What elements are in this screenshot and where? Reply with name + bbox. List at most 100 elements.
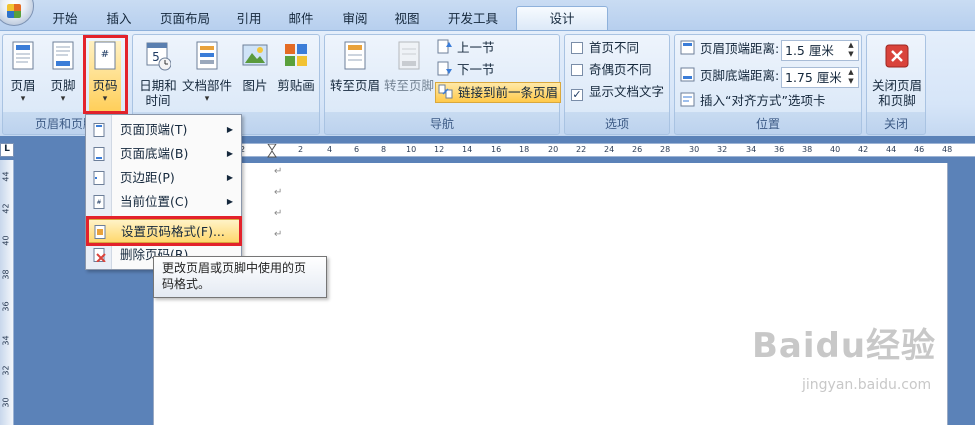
tab-developer[interactable]: 开发工具: [438, 9, 508, 30]
picture-label: 图片: [242, 78, 268, 93]
ruler-tick: 42: [1, 203, 11, 214]
ruler-tick: 42: [858, 145, 869, 154]
page-margins-icon: [93, 171, 105, 185]
spinner-arrows-icon[interactable]: ▲ ▼: [844, 41, 858, 60]
tab-design[interactable]: 设计: [516, 6, 608, 31]
page-number-dropdown: 页面顶端(T) ▶ 页面底端(B) ▶ 页边距(P) ▶ # 当前位置(C) ▶…: [85, 114, 242, 270]
date-time-button[interactable]: 5 日期和 时间: [137, 41, 179, 108]
group-label-options: 选项: [604, 117, 629, 131]
ruler-tick: 46: [914, 145, 925, 154]
ruler-tick: 18: [519, 145, 530, 154]
different-odd-even-label: 奇偶页不同: [589, 62, 652, 77]
tooltip-line-1: 更改页眉或页脚中使用的页: [162, 261, 307, 275]
footer-distance-label: 页脚底端距离:: [700, 68, 780, 83]
menu-item-page-margins[interactable]: 页边距(P) ▶: [86, 166, 241, 190]
paragraph-mark: ↵: [274, 208, 283, 219]
clip-art-label: 剪贴画: [277, 78, 315, 93]
date-time-label-2: 时间: [145, 93, 171, 108]
ruler-tick: 36: [1, 301, 11, 312]
previous-section-button[interactable]: 上一节: [437, 38, 495, 58]
tooltip-line-2: 码格式。: [162, 277, 211, 291]
header-button-label: 页眉: [10, 78, 36, 93]
group-position: 页眉顶端距离: 1.5 厘米 ▲ ▼ 页脚底端距离: 1.75 厘米 ▲ ▼ 插入“…: [674, 34, 862, 135]
menu-item-label: 页面顶端(T): [120, 122, 188, 137]
baidu-logo: Baidu经验: [752, 326, 937, 366]
paragraph-mark: ↵: [274, 166, 283, 177]
picture-button[interactable]: 图片: [237, 41, 273, 93]
insert-alignment-tab-button[interactable]: 插入“对齐方式”选项卡: [680, 91, 825, 111]
menu-item-top-of-page[interactable]: 页面顶端(T) ▶: [86, 118, 241, 142]
goto-footer-label: 转至页脚: [383, 78, 434, 93]
next-section-button[interactable]: 下一节: [437, 60, 495, 80]
arrow-down-page-icon: [437, 61, 452, 76]
tab-page-layout[interactable]: 页面布局: [150, 9, 220, 30]
group-label-close: 关闭: [883, 117, 908, 131]
tab-mailings[interactable]: 邮件: [278, 9, 324, 30]
ruler-tick: 34: [1, 335, 11, 346]
svg-text:#: #: [96, 199, 101, 206]
horizontal-ruler[interactable]: 2 2 4 6 8 10 12 14 16 18 20 22 24 26 28 …: [232, 143, 975, 158]
alignment-tab-icon: [680, 92, 695, 107]
ruler-tick: 44: [886, 145, 897, 154]
checkbox-unchecked-icon: [571, 64, 583, 76]
footer-icon: [52, 41, 74, 70]
baidu-watermark: Baidu经验 jingyan.baidu.com: [752, 318, 967, 413]
chevron-down-icon: ▾: [204, 94, 210, 104]
menu-item-current-position[interactable]: # 当前位置(C) ▶: [86, 190, 241, 214]
tab-insert[interactable]: 插入: [96, 9, 142, 30]
different-first-page-checkbox[interactable]: 首页不同: [571, 38, 639, 58]
show-document-text-label: 显示文档文字: [589, 84, 665, 99]
ruler-tick: 16: [491, 145, 502, 154]
header-button[interactable]: 页眉 ▾: [7, 41, 39, 105]
paragraph-mark: ↵: [274, 187, 283, 198]
ruler-tick: 30: [1, 397, 11, 408]
footer-button[interactable]: 页脚 ▾: [47, 41, 79, 105]
goto-footer-button[interactable]: 转至页脚: [383, 41, 435, 93]
menu-item-label: 页边距(P): [120, 170, 175, 185]
bottom-of-page-icon: [93, 147, 105, 161]
document-parts-button[interactable]: 文档部件 ▾: [181, 41, 233, 105]
tab-view[interactable]: 视图: [384, 9, 430, 30]
header-distance-spinner[interactable]: 1.5 厘米 ▲ ▼: [781, 40, 859, 61]
link-icon: [438, 84, 453, 99]
different-odd-even-checkbox[interactable]: 奇偶页不同: [571, 60, 652, 80]
spinner-arrows-icon[interactable]: ▲ ▼: [844, 68, 858, 87]
goto-header-button[interactable]: 转至页眉: [329, 41, 381, 93]
close-header-footer-button[interactable]: 关闭页眉 和页脚: [869, 41, 925, 108]
group-close: 关闭页眉 和页脚 关闭: [866, 34, 926, 135]
tab-home[interactable]: 开始: [42, 9, 88, 30]
format-page-numbers-highlight: [86, 216, 242, 246]
ruler-tick: 28: [660, 145, 671, 154]
menu-item-bottom-of-page[interactable]: 页面底端(B) ▶: [86, 142, 241, 166]
insert-alignment-tab-label: 插入“对齐方式”选项卡: [700, 93, 826, 108]
link-to-previous-label: 链接到前一条页眉: [458, 85, 559, 100]
document-parts-label: 文档部件: [181, 78, 232, 93]
first-line-indent-icon[interactable]: [267, 144, 277, 158]
office-button[interactable]: [0, 0, 34, 26]
footer-distance-spinner[interactable]: 1.75 厘米 ▲ ▼: [781, 67, 859, 88]
submenu-arrow-icon: ▶: [226, 197, 233, 206]
header-distance-row: 页眉顶端距离:: [680, 39, 779, 59]
tab-references[interactable]: 引用: [226, 9, 272, 30]
close-header-footer-label-1: 关闭页眉: [871, 78, 922, 93]
clip-art-button[interactable]: 剪贴画: [275, 41, 317, 93]
ruler-tick: 30: [689, 145, 700, 154]
svg-text:5: 5: [152, 50, 160, 64]
close-header-footer-label-2: 和页脚: [878, 93, 916, 108]
arrow-up-page-icon: [437, 39, 452, 54]
ruler-tick: 44: [1, 171, 11, 182]
vertical-ruler[interactable]: 44 42 40 38 36 34 32 30: [0, 160, 14, 425]
tab-selector[interactable]: L: [0, 143, 14, 157]
link-to-previous-button[interactable]: 链接到前一条页眉: [435, 82, 562, 103]
group-label-position: 位置: [755, 117, 780, 131]
group-label-navigation: 导航: [429, 117, 454, 131]
ruler-tick: 20: [548, 145, 559, 154]
group-navigation: 转至页眉 转至页脚 上一节 下一节 链接到前一条页眉 导航: [324, 34, 562, 135]
show-document-text-checkbox[interactable]: 显示文档文字: [571, 82, 664, 102]
footer-distance-row: 页脚底端距离:: [680, 66, 779, 86]
header-distance-icon: [680, 40, 695, 55]
picture-icon: [242, 44, 268, 66]
goto-header-label: 转至页眉: [329, 78, 380, 93]
footer-distance-value: 1.75 厘米: [785, 70, 842, 85]
tab-review[interactable]: 审阅: [332, 9, 378, 30]
